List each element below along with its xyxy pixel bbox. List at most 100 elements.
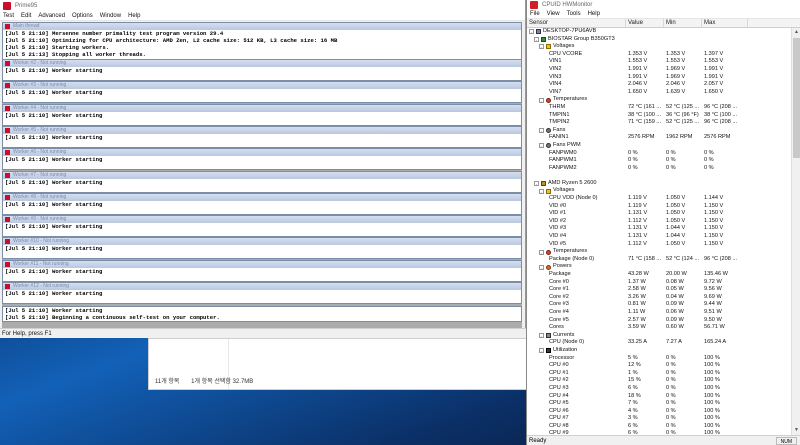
expand-collapse-icon[interactable]: -: [529, 29, 534, 35]
prime95-titlebar[interactable]: Prime95: [0, 0, 525, 12]
worker-titlebar[interactable]: Worker #5 - Not running: [3, 126, 521, 134]
sensor-row[interactable]: VID #4 1.131 V 1.044 V 1.150 V: [527, 233, 791, 241]
sensor-group-row[interactable]: - Voltages: [527, 43, 791, 51]
sensor-row[interactable]: Core #0 1.37 W 0.08 W 9.72 W: [527, 279, 791, 287]
worker-window[interactable]: Worker #9 - Not running [Jul 5 21:10] Wor…: [2, 215, 522, 238]
expand-collapse-icon[interactable]: -: [534, 36, 539, 42]
sensor-group-row[interactable]: - Temperatures: [527, 96, 791, 104]
sensor-tree-scrollbar[interactable]: ▲ ▼: [791, 28, 800, 435]
expand-collapse-icon[interactable]: -: [534, 181, 539, 187]
sensor-row[interactable]: Core #4 1.11 W 0.06 W 9.51 W: [527, 309, 791, 317]
expand-collapse-icon[interactable]: -: [539, 97, 544, 103]
worker-titlebar[interactable]: Worker #11 - Not running: [3, 260, 521, 268]
expand-collapse-icon[interactable]: -: [539, 44, 544, 50]
scroll-thumb[interactable]: [793, 38, 800, 158]
sensor-row[interactable]: [527, 172, 791, 180]
sensor-row[interactable]: VIN7 1.650 V 1.639 V 1.650 V: [527, 89, 791, 97]
worker-window[interactable]: Worker #11 - Not running [Jul 5 21:10] Wo…: [2, 259, 522, 282]
sensor-row[interactable]: VIN3 1.991 V 1.969 V 1.991 V: [527, 74, 791, 82]
sensor-row[interactable]: CPU VCORE 1.353 V 1.353 V 1.397 V: [527, 51, 791, 59]
menu-file[interactable]: File: [530, 11, 540, 17]
sensor-group-row[interactable]: - Voltages: [527, 187, 791, 195]
sensor-row[interactable]: Package (Node 0) 71 °C (158 ... 52 °C (124…: [527, 256, 791, 264]
sensor-row[interactable]: VIN2 1.991 V 1.969 V 1.991 V: [527, 66, 791, 74]
worker-window-active[interactable]: [Jul 5 21:10] Worker starting [Jul 5 21:1…: [2, 306, 522, 323]
expand-collapse-icon[interactable]: -: [539, 333, 544, 339]
worker-window[interactable]: Worker #4 - Not running [Jul 5 21:10] Wor…: [2, 103, 522, 126]
worker-window[interactable]: Worker #2 - Not running [Jul 5 21:10] Wor…: [2, 59, 522, 81]
sensor-row[interactable]: THRM 72 °C (161 ... 52 °C (125 ... 96 °C (2…: [527, 104, 791, 112]
sensor-row[interactable]: CPU #0 12 % 0 % 100 %: [527, 362, 791, 370]
sensor-group-row[interactable]: - Fans PWM: [527, 142, 791, 150]
menu-test[interactable]: Test: [3, 13, 14, 19]
worker-titlebar[interactable]: Worker #6 - Not running: [3, 149, 521, 157]
menu-help[interactable]: Help: [588, 11, 600, 17]
sensor-group-row[interactable]: - Utilization: [527, 347, 791, 355]
sensor-row[interactable]: CPU #1 1 % 0 % 100 %: [527, 370, 791, 378]
column-header-min[interactable]: Min: [664, 19, 702, 27]
hwmonitor-window[interactable]: CPUID HWMonitor File View Tools Help Sen…: [526, 0, 800, 445]
expand-collapse-icon[interactable]: -: [539, 348, 544, 354]
sensor-row[interactable]: CPU #5 7 % 0 % 100 %: [527, 400, 791, 408]
menu-edit[interactable]: Edit: [21, 13, 31, 19]
sensor-group-row[interactable]: - BIOSTAR Group B350GT3: [527, 36, 791, 44]
expand-collapse-icon[interactable]: -: [539, 143, 544, 149]
sensor-row[interactable]: VIN1 1.553 V 1.553 V 1.553 V: [527, 58, 791, 66]
hwmonitor-titlebar[interactable]: CPUID HWMonitor: [527, 0, 800, 10]
sensor-row[interactable]: VID #2 1.112 V 1.050 V 1.150 V: [527, 218, 791, 226]
sensor-row[interactable]: Core #5 2.57 W 0.09 W 9.50 W: [527, 317, 791, 325]
sensor-row[interactable]: Core #3 0.81 W 0.09 W 9.44 W: [527, 301, 791, 309]
worker-window[interactable]: Worker #7 - Not running [Jul 5 21:10] Wor…: [2, 170, 522, 193]
main-thread-titlebar[interactable]: Main thread: [3, 23, 521, 30]
sensor-row[interactable]: FANIN1 2576 RPM 1962 RPM 2576 RPM: [527, 134, 791, 142]
scroll-down-icon[interactable]: ▼: [792, 426, 800, 435]
sensor-row[interactable]: VID #0 1.119 V 1.050 V 1.150 V: [527, 203, 791, 211]
sensor-row[interactable]: VIN4 2.046 V 2.046 V 2.057 V: [527, 81, 791, 89]
worker-titlebar[interactable]: Worker #12 - Not running: [3, 283, 521, 290]
sensor-row[interactable]: TMPIN1 38 °C (100 ... 36 °C (96 °F) 38 °C (…: [527, 112, 791, 120]
expand-collapse-icon[interactable]: -: [539, 188, 544, 194]
worker-window[interactable]: Worker #12 - Not running [Jul 5 21:10] Wo…: [2, 282, 522, 304]
worker-titlebar[interactable]: Worker #8 - Not running: [3, 193, 521, 201]
worker-titlebar[interactable]: Worker #9 - Not running: [3, 216, 521, 224]
worker-titlebar[interactable]: Worker #3 - Not running: [3, 82, 521, 90]
worker-window[interactable]: Worker #5 - Not running [Jul 5 21:10] Wor…: [2, 125, 522, 148]
menu-tools[interactable]: Tools: [567, 11, 581, 17]
sensor-row[interactable]: FANPWM2 0 % 0 % 0 %: [527, 165, 791, 173]
sensor-row[interactable]: FANPWM1 0 % 0 % 0 %: [527, 157, 791, 165]
worker-titlebar[interactable]: Worker #4 - Not running: [3, 104, 521, 112]
sensor-row[interactable]: CPU #3 6 % 0 % 100 %: [527, 385, 791, 393]
sensor-row[interactable]: VID #3 1.131 V 1.044 V 1.150 V: [527, 225, 791, 233]
scroll-up-icon[interactable]: ▲: [792, 28, 800, 37]
menu-window[interactable]: Window: [100, 13, 121, 19]
sensor-row[interactable]: Core #1 2.58 W 0.05 W 9.56 W: [527, 286, 791, 294]
sensor-row[interactable]: CPU VDD (Node 0) 1.119 V 1.050 V 1.144 V: [527, 195, 791, 203]
sensor-row[interactable]: CPU #4 18 % 0 % 100 %: [527, 393, 791, 401]
menu-options[interactable]: Options: [72, 13, 93, 19]
sensor-group-row[interactable]: - Powers: [527, 263, 791, 271]
expand-collapse-icon[interactable]: -: [539, 128, 544, 134]
expand-collapse-icon[interactable]: -: [539, 249, 544, 255]
column-header-sensor[interactable]: Sensor: [527, 19, 626, 27]
column-header-value[interactable]: Value: [626, 19, 664, 27]
menu-advanced[interactable]: Advanced: [38, 13, 65, 19]
sensor-row[interactable]: CPU #2 15 % 0 % 100 %: [527, 377, 791, 385]
sensor-row[interactable]: FANPWM0 0 % 0 % 0 %: [527, 150, 791, 158]
worker-titlebar[interactable]: Worker #2 - Not running: [3, 60, 521, 67]
sensor-row[interactable]: Processor 5 % 0 % 100 %: [527, 355, 791, 363]
sensor-row[interactable]: CPU #6 4 % 0 % 100 %: [527, 408, 791, 416]
sensor-row[interactable]: VID #5 1.112 V 1.050 V 1.150 V: [527, 241, 791, 249]
worker-titlebar[interactable]: Worker #10 - Not running: [3, 238, 521, 246]
sensor-group-row[interactable]: - Fans: [527, 127, 791, 135]
menu-help[interactable]: Help: [128, 13, 140, 19]
sensor-row[interactable]: CPU #7 3 % 0 % 100 %: [527, 415, 791, 423]
sensor-row[interactable]: CPU #8 6 % 0 % 100 %: [527, 423, 791, 431]
prime95-window[interactable]: Prime95 Test Edit Advanced Options Windo…: [0, 0, 526, 338]
expand-collapse-icon[interactable]: -: [539, 264, 544, 270]
worker-window[interactable]: Worker #8 - Not running [Jul 5 21:10] Wor…: [2, 192, 522, 215]
worker-window[interactable]: Worker #6 - Not running [Jul 5 21:10] Wor…: [2, 148, 522, 171]
sensor-row[interactable]: VID #1 1.131 V 1.050 V 1.150 V: [527, 210, 791, 218]
worker-window[interactable]: Worker #10 - Not running [Jul 5 21:10] Wo…: [2, 237, 522, 260]
sensor-row[interactable]: Package 43.28 W 20.00 W 135.46 W: [527, 271, 791, 279]
sensor-group-row[interactable]: - DESKTOP-7PU6AVB: [527, 28, 791, 36]
